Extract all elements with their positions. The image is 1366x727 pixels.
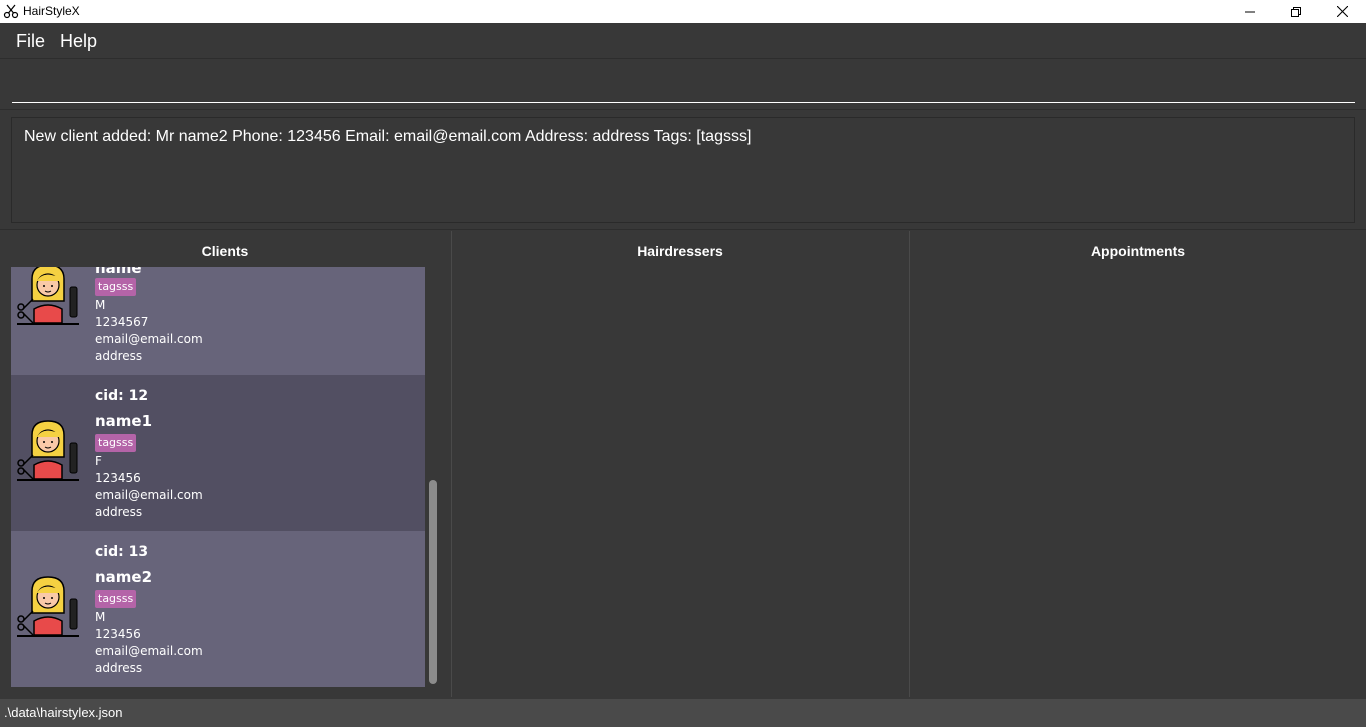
window-title: HairStyleX: [23, 4, 80, 18]
menu-bar: File Help: [0, 23, 1366, 59]
client-list-scrollbar[interactable]: [427, 267, 439, 687]
client-address: address: [95, 661, 143, 675]
client-tag: tagsss: [95, 434, 137, 452]
save-file-path: .\data\hairstylex.json: [4, 705, 123, 720]
command-input[interactable]: [12, 71, 1355, 103]
client-card[interactable]: cid: 13 name2 tagsss M 123456 email@emai…: [11, 531, 425, 687]
hairdresser-avatar-icon: [17, 576, 79, 637]
scissors-icon: [3, 4, 19, 19]
command-box: [0, 59, 1366, 110]
close-icon: [1336, 6, 1348, 17]
scrollbar-thumb[interactable]: [429, 480, 437, 684]
client-email: email@email.com: [95, 488, 203, 502]
client-phone: 123456: [95, 627, 141, 641]
close-button[interactable]: [1319, 0, 1365, 23]
client-address: address: [95, 505, 143, 519]
restore-icon: [1291, 6, 1301, 17]
client-name: name1: [95, 412, 153, 430]
hairdresser-avatar-icon: [17, 420, 79, 481]
client-id: cid: 13: [95, 544, 149, 560]
title-bar: HairStyleX: [0, 0, 1366, 23]
client-card[interactable]: name tagsss M 1234567 email@email.com ad…: [11, 267, 425, 375]
client-email: email@email.com: [95, 332, 203, 346]
client-id: cid: 12: [95, 388, 149, 404]
menu-help[interactable]: Help: [60, 31, 97, 52]
result-display[interactable]: New client added: Mr name2 Phone: 123456…: [11, 117, 1355, 223]
result-display-area: New client added: Mr name2 Phone: 123456…: [0, 110, 1366, 230]
clients-panel: Clients name tagsss M 1234567 email@emai…: [0, 231, 450, 697]
appointments-panel-title: Appointments: [1090, 243, 1186, 259]
appointments-panel: Appointments: [909, 231, 1366, 697]
client-name: name: [95, 267, 142, 277]
clients-panel-title: Clients: [201, 243, 249, 259]
client-tag: tagsss: [95, 278, 137, 296]
maximize-button[interactable]: [1273, 0, 1319, 23]
client-card[interactable]: cid: 12 name1 tagsss F 123456 email@emai…: [11, 375, 425, 531]
minimize-icon: [1245, 11, 1255, 12]
client-email: email@email.com: [95, 644, 203, 658]
client-name: name2: [95, 568, 153, 586]
hairdresser-avatar-icon: [17, 267, 79, 325]
client-list[interactable]: name tagsss M 1234567 email@email.com ad…: [11, 267, 425, 687]
status-bar: .\data\hairstylex.json: [0, 699, 1366, 727]
minimize-button[interactable]: [1227, 0, 1273, 23]
client-gender: M: [95, 298, 106, 312]
client-address: address: [95, 349, 143, 363]
client-phone: 1234567: [95, 315, 149, 329]
result-message: New client added: Mr name2 Phone: 123456…: [24, 128, 752, 145]
client-phone: 123456: [95, 471, 141, 485]
client-gender: M: [95, 610, 106, 624]
client-tag: tagsss: [95, 590, 137, 608]
client-gender: F: [95, 454, 102, 468]
hairdressers-panel-title: Hairdressers: [637, 243, 723, 259]
hairdressers-panel: Hairdressers: [451, 231, 908, 697]
menu-file[interactable]: File: [16, 31, 45, 52]
